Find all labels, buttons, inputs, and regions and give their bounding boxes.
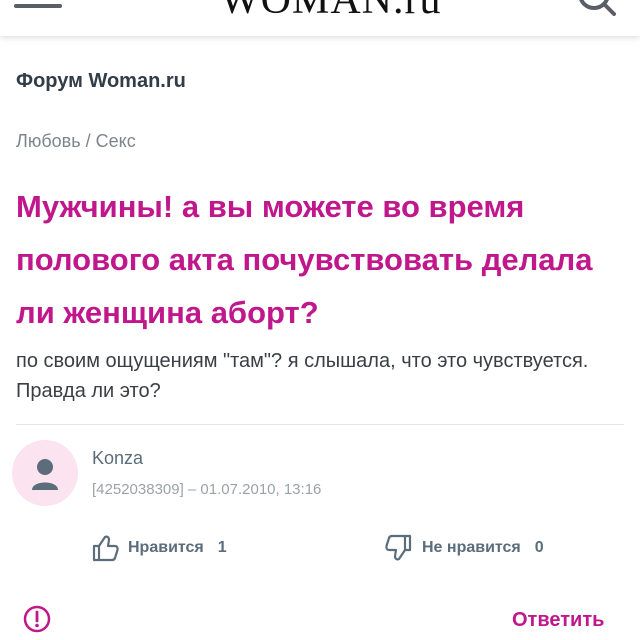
alert-circle-icon[interactable] [22,604,52,634]
breadcrumb-separator: / [85,131,91,151]
avatar[interactable] [12,440,78,506]
like-count: 1 [217,539,227,556]
breadcrumb: Любовь / Секс [16,131,136,152]
topic-title: Мужчины! а вы можете во время полового а… [16,189,593,330]
user-silhouette-icon [32,459,58,490]
forum-title[interactable]: Форум Woman.ru [16,70,186,93]
like-label: Нравится [128,539,204,556]
dislike-button[interactable]: Не нравится 0 [384,533,544,563]
breadcrumb-subcategory[interactable]: Секс [96,131,136,151]
dislike-count: 0 [534,539,544,556]
like-button[interactable]: Нравится 1 [90,533,227,563]
search-icon[interactable] [576,0,616,16]
top-navigation-bar: WOMAN.ru [0,0,640,36]
post-meta: [4252038309] – 01.07.2010, 13:16 [92,481,322,498]
post-author[interactable]: Konza [92,448,143,469]
divider [16,424,624,425]
hamburger-icon[interactable] [14,0,62,12]
dislike-label: Не нравится [422,539,521,556]
reply-button[interactable]: Ответить [512,609,604,632]
breadcrumb-category[interactable]: Любовь [16,131,81,151]
site-logo[interactable]: WOMAN.ru [220,0,441,24]
topic-body: по своим ощущениям "там"? я слышала, что… [16,350,589,402]
thumbs-up-icon [92,535,119,562]
thumbs-down-icon [385,534,412,561]
